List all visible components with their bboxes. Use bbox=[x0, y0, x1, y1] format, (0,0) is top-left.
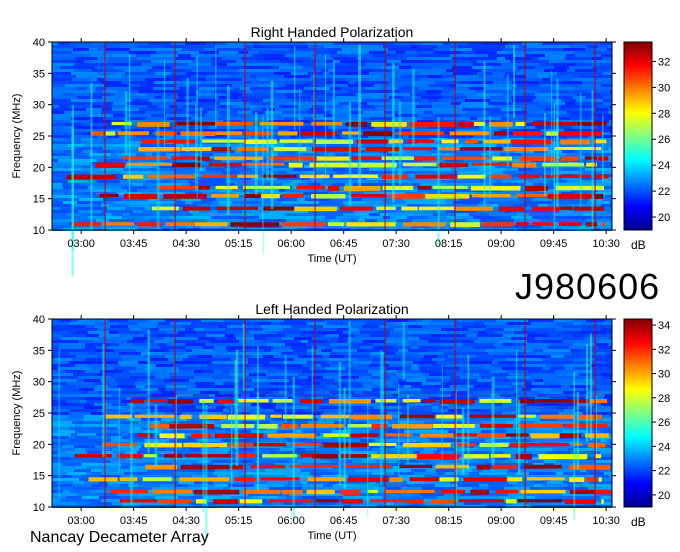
y-tick-label: 10 bbox=[33, 502, 45, 514]
x-tick-label: 10:30 bbox=[592, 238, 620, 250]
y-tick-label: 25 bbox=[33, 408, 45, 420]
x-tick-label: 09:45 bbox=[540, 515, 568, 527]
x-axis-label: Time (UT) bbox=[307, 530, 356, 542]
y-tick-label: 20 bbox=[33, 439, 45, 451]
footer-credit: Nancay Decameter Array bbox=[30, 529, 209, 546]
colorbar-tick-label: 28 bbox=[658, 108, 670, 120]
x-tick-label: 06:00 bbox=[277, 238, 305, 250]
x-tick-label: 03:45 bbox=[120, 238, 148, 250]
colorbar-tick-label: 24 bbox=[658, 441, 670, 453]
chart-title: Right Handed Polarization bbox=[251, 24, 414, 40]
colorbar-tick-label: 20 bbox=[658, 490, 670, 502]
y-tick-label: 40 bbox=[33, 314, 45, 326]
y-tick-label: 30 bbox=[33, 377, 45, 389]
y-tick-label: 10 bbox=[33, 225, 45, 237]
x-tick-label: 05:15 bbox=[225, 515, 253, 527]
x-tick-label: 04:30 bbox=[172, 238, 200, 250]
panel-left-handed: Left Handed Polarization 10152025303540 … bbox=[11, 301, 670, 542]
colorbar-tick-label: 26 bbox=[658, 134, 670, 146]
chart-title: Left Handed Polarization bbox=[255, 301, 408, 317]
colorbar-tick-label: 30 bbox=[658, 369, 670, 381]
colorbar-tick-label: 22 bbox=[658, 186, 670, 198]
x-tick-label: 06:00 bbox=[277, 515, 305, 527]
colorbar-ticks: 20 22 24 26 28 30 32 34 bbox=[652, 320, 670, 502]
x-tick-label: 03:00 bbox=[67, 238, 95, 250]
y-tick-label: 30 bbox=[33, 100, 45, 112]
x-tick-label: 10:30 bbox=[592, 515, 620, 527]
colorbar-tick-label: 28 bbox=[658, 393, 670, 405]
y-tick-label: 40 bbox=[33, 37, 45, 49]
colorbar-tick-label: 32 bbox=[658, 344, 670, 356]
x-tick-label: 03:00 bbox=[67, 515, 95, 527]
x-tick-label: 03:45 bbox=[120, 515, 148, 527]
x-tick-label: 04:30 bbox=[172, 515, 200, 527]
colorbar-tick-label: 20 bbox=[658, 212, 670, 224]
x-tick-label: 06:45 bbox=[330, 238, 358, 250]
x-tick-label: 06:45 bbox=[330, 515, 358, 527]
colorbar-tick-label: 32 bbox=[658, 56, 670, 68]
x-tick-label: 07:30 bbox=[382, 238, 410, 250]
y-axis-label: Frequency (MHz) bbox=[11, 371, 23, 456]
x-tick-label: 05:15 bbox=[225, 238, 253, 250]
colorbar bbox=[623, 41, 653, 231]
x-tick-label: 08:15 bbox=[435, 515, 463, 527]
y-tick-label: 35 bbox=[33, 345, 45, 357]
y-tick-label: 20 bbox=[33, 162, 45, 174]
x-axis-label: Time (UT) bbox=[307, 253, 356, 265]
heatmap-plot bbox=[52, 319, 612, 539]
y-axis-label: Frequency (MHz) bbox=[11, 94, 23, 179]
x-tick-label: 08:15 bbox=[435, 238, 463, 250]
y-tick-label: 15 bbox=[33, 471, 45, 483]
colorbar-tick-label: 34 bbox=[658, 320, 670, 332]
y-tick-label: 25 bbox=[33, 131, 45, 143]
y-tick-label: 15 bbox=[33, 194, 45, 206]
panel-right-handed: Right Handed Polarization 10 15 20 25 30 35 40… bbox=[11, 24, 670, 277]
observation-id: J980606 bbox=[515, 266, 661, 307]
colorbar-tick-label: 30 bbox=[658, 82, 670, 94]
colorbar-tick-label: 26 bbox=[658, 417, 670, 429]
colorbar-tick-label: 24 bbox=[658, 160, 670, 172]
colorbar-ticks: 20 22 24 26 28 30 32 bbox=[652, 56, 670, 224]
y-tick-label: 35 bbox=[33, 68, 45, 80]
x-tick-label: 07:30 bbox=[382, 515, 410, 527]
colorbar-tick-label: 22 bbox=[658, 466, 670, 478]
x-tick-label: 09:45 bbox=[540, 238, 568, 250]
colorbar-label: dB bbox=[631, 515, 646, 529]
x-tick-label: 09:00 bbox=[487, 515, 515, 527]
x-tick-label: 09:00 bbox=[487, 238, 515, 250]
colorbar bbox=[623, 318, 653, 508]
colorbar-label: dB bbox=[631, 238, 646, 252]
